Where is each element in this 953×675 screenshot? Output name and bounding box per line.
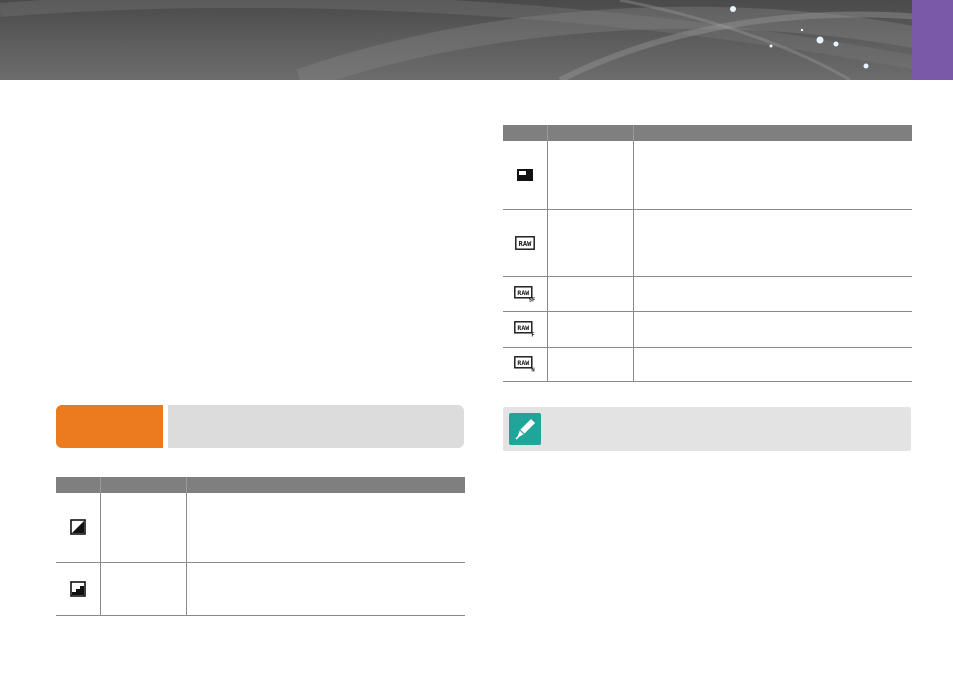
raw-n-icon: RAW N [513,356,534,373]
tone-diagonal-icon [69,519,86,536]
option-description [633,209,912,277]
header-swoosh-graphic [0,0,953,80]
table-row [503,141,912,210]
option-name [547,209,634,277]
table-header-row [503,125,912,141]
option-name [100,562,187,616]
column-header-description [186,477,465,493]
option-name [547,347,634,382]
option-description [633,276,912,312]
table-row [56,562,465,616]
svg-text:SF: SF [528,297,535,302]
page-header-banner [0,0,953,80]
option-name [547,141,634,210]
column-header-option [547,125,634,141]
tone-stepped-icon [69,580,86,597]
table-row [56,493,465,563]
option-description [186,562,465,616]
option-description [186,493,465,563]
svg-text:RAW: RAW [517,359,529,367]
right-options-table: RAW RAW SF RAW F RAW N [503,125,912,382]
svg-text:F: F [531,333,534,338]
column-header-option [100,477,187,493]
section-badge-description [168,405,464,448]
table-header-row [56,477,465,493]
raw-icon: RAW [514,236,535,250]
note-box [503,407,911,451]
image-size-small-icon [516,169,533,182]
section-badge [56,405,163,448]
option-description [633,311,912,348]
left-options-table [56,477,465,616]
option-description [633,347,912,382]
option-name [547,276,634,312]
svg-text:RAW: RAW [517,289,529,297]
svg-text:N: N [531,368,534,373]
option-description [633,141,912,210]
svg-text:RAW: RAW [517,324,529,332]
option-name [547,311,634,348]
table-row: RAW [503,209,912,277]
table-row: RAW F [503,311,912,348]
svg-text:RAW: RAW [518,240,531,248]
raw-sf-icon: RAW SF [513,285,535,302]
column-header-icon [56,477,101,493]
table-row: RAW N [503,347,912,382]
table-row: RAW SF [503,276,912,312]
chapter-tab [912,0,953,80]
column-header-icon [503,125,548,141]
option-name [100,493,187,563]
column-header-description [633,125,912,141]
raw-f-icon: RAW F [513,321,534,338]
note-pen-icon [509,413,541,445]
